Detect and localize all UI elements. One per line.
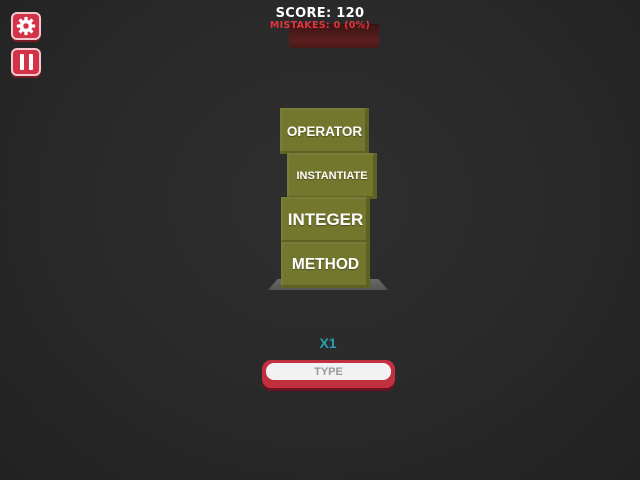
pause-icon: [19, 54, 33, 70]
word-block-instantiate: INSTANTIATE: [287, 153, 377, 199]
word-block-operator: OPERATOR: [280, 108, 369, 154]
word-block-method: METHOD: [281, 242, 370, 288]
score-hud: SCORE: 120 MISTAKES: 0 (0%): [0, 7, 640, 31]
type-bar: [262, 360, 395, 388]
multiplier-label: X1: [319, 335, 337, 351]
word-block-integer: INTEGER: [281, 197, 370, 243]
type-input[interactable]: [266, 363, 391, 380]
score-label: SCORE: 120: [275, 6, 365, 21]
mistakes-label: MISTAKES: 0 (0%): [269, 20, 371, 31]
pause-button[interactable]: [11, 48, 41, 76]
